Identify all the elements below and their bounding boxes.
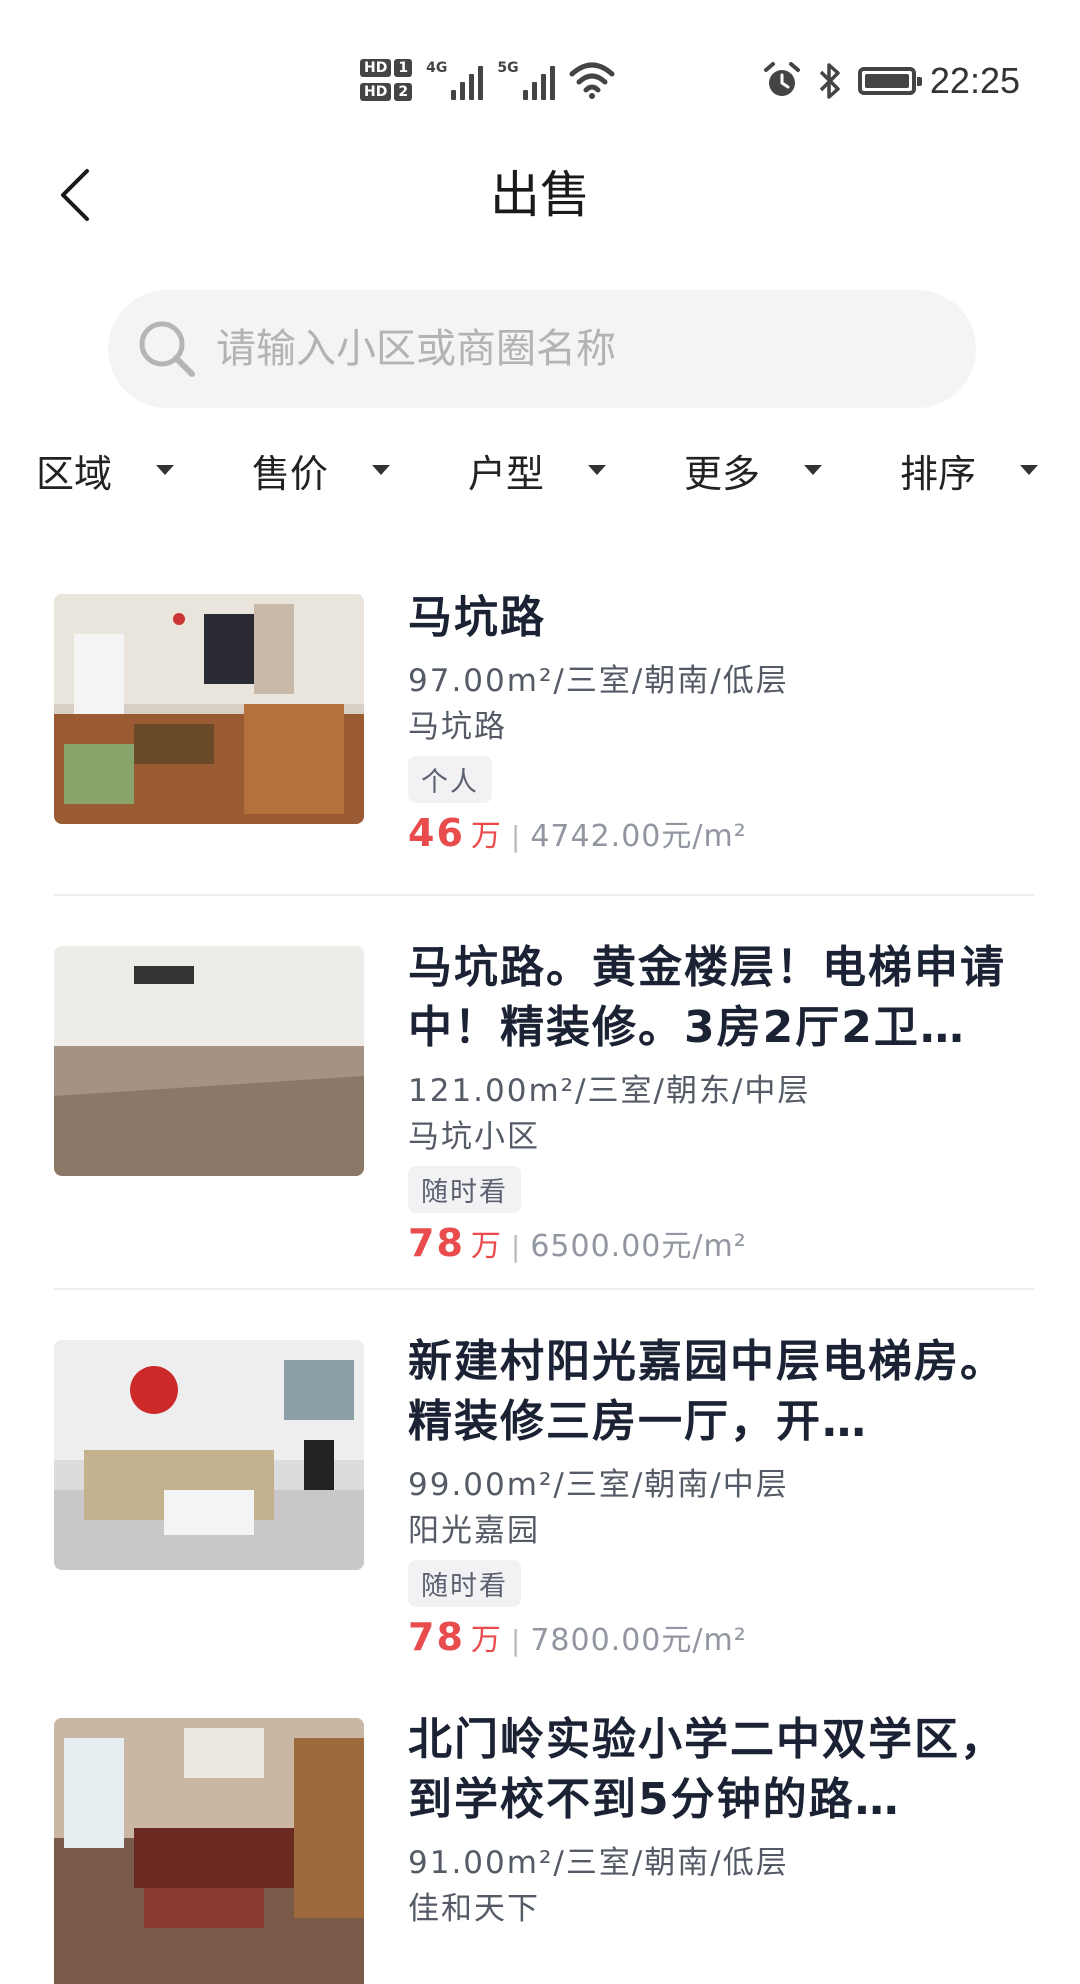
- listing-info: 马坑路。黄金楼层！电梯申请中！精装修。3房2厅2卫… 121.00m²/三室/朝…: [408, 938, 1034, 1265]
- hd1-label: HD: [360, 59, 392, 77]
- listing-price-row: 78 万 | 6500.00元/m²: [408, 1221, 1034, 1265]
- search-icon: [139, 321, 195, 377]
- filter-layout[interactable]: 户型: [432, 440, 648, 500]
- listing-community: 阳光嘉园: [408, 1513, 540, 1549]
- filter-region-label: 区域: [36, 451, 113, 496]
- listing-photo: [54, 1718, 364, 1984]
- listing-spec: 97.00m²/三室/朝南/低层: [408, 663, 789, 699]
- listing-item[interactable]: 新建村阳光嘉园中层电梯房。精装修三房一厅，开… 99.00m²/三室/朝南/中层…: [54, 1290, 1034, 1684]
- price-separator: |: [510, 1624, 521, 1657]
- listing-community: 马坑路: [408, 709, 507, 745]
- listing-price-unit: 万: [470, 1229, 501, 1264]
- listing-title: 马坑路: [408, 592, 546, 643]
- filter-layout-label: 户型: [468, 451, 545, 496]
- dropdown-arrow-icon: [804, 465, 823, 475]
- listing-community: 佳和天下: [408, 1891, 540, 1927]
- listing-price: 78: [408, 1615, 465, 1659]
- listing-item[interactable]: 北门岭实验小学二中双学区，到学校不到5分钟的路… 91.00m²/三室/朝南/低…: [54, 1684, 1034, 1984]
- listing-photo: [54, 1340, 364, 1570]
- signal-5g-icon: 5G: [497, 60, 555, 100]
- price-separator: |: [510, 820, 521, 853]
- listing-price-per-sqm: 6500.00元/m²: [530, 1229, 747, 1264]
- dropdown-arrow-icon: [1020, 465, 1039, 475]
- net-5g-label: 5G: [497, 60, 519, 76]
- dropdown-arrow-icon: [156, 465, 175, 475]
- bluetooth-icon: [819, 63, 840, 99]
- dropdown-arrow-icon: [588, 465, 607, 475]
- status-bar-left: HD 1 HD 2 4G 5G: [360, 48, 615, 112]
- listing-price-row: 78 万 | 7800.00元/m²: [408, 1615, 1034, 1659]
- listing-price-per-sqm: 7800.00元/m²: [530, 1623, 747, 1658]
- listing-photo: [54, 594, 364, 824]
- filter-more[interactable]: 更多: [648, 440, 864, 500]
- listing-spec: 121.00m²/三室/朝东/中层: [408, 1073, 811, 1109]
- status-time: 22:25: [929, 60, 1020, 101]
- filter-sort[interactable]: 排序: [864, 440, 1080, 500]
- battery-icon: [857, 67, 922, 95]
- hd1-indicator: HD 1: [360, 59, 413, 77]
- price-separator: |: [510, 1230, 521, 1263]
- listing-spec: 91.00m²/三室/朝南/低层: [408, 1845, 789, 1881]
- listing-title: 新建村阳光嘉园中层电梯房。精装修三房一厅，开…: [408, 1336, 1006, 1447]
- listing-item[interactable]: 马坑路。黄金楼层！电梯申请中！精装修。3房2厅2卫… 121.00m²/三室/朝…: [54, 896, 1034, 1290]
- dropdown-arrow-icon: [372, 465, 391, 475]
- hd2-indicator: HD 2: [360, 83, 413, 101]
- listing-tag: 随时看: [408, 1166, 521, 1213]
- alarm-icon: [763, 62, 800, 96]
- listing-price-per-sqm: 4742.00元/m²: [530, 819, 747, 854]
- wifi-icon: [569, 62, 615, 99]
- filter-region[interactable]: 区域: [0, 440, 216, 500]
- listing-info: 新建村阳光嘉园中层电梯房。精装修三房一厅，开… 99.00m²/三室/朝南/中层…: [408, 1332, 1034, 1659]
- status-bar-right: 22:25: [762, 58, 1020, 104]
- listing-tag: 随时看: [408, 1560, 521, 1607]
- listing-community: 马坑小区: [408, 1119, 540, 1155]
- listing-title: 马坑路。黄金楼层！电梯申请中！精装修。3房2厅2卫…: [408, 942, 1006, 1053]
- listing-tag: 个人: [408, 756, 492, 803]
- filter-bar: 区域 售价 户型 更多 排序: [0, 440, 1080, 500]
- listing-photo: [54, 946, 364, 1176]
- listing-info: 马坑路 97.00m²/三室/朝南/低层 马坑路 个人 46 万 | 4742.…: [408, 588, 1034, 855]
- filter-sort-label: 排序: [900, 451, 977, 496]
- search-bar[interactable]: [108, 290, 976, 408]
- listing-title: 北门岭实验小学二中双学区，到学校不到5分钟的路…: [408, 1714, 1006, 1825]
- net-4g-label: 4G: [426, 60, 448, 76]
- hd2-num: 2: [394, 83, 413, 101]
- filter-price-label: 售价: [252, 451, 329, 496]
- listing-price-unit: 万: [470, 819, 501, 854]
- listing-price-row: 46 万 | 4742.00元/m²: [408, 811, 1034, 855]
- listing-list: 马坑路 97.00m²/三室/朝南/低层 马坑路 个人 46 万 | 4742.…: [54, 574, 1034, 1984]
- status-bar: HD 1 HD 2 4G 5G 22:25: [0, 0, 1080, 110]
- hd2-label: HD: [360, 83, 392, 101]
- search-input[interactable]: [216, 326, 976, 372]
- nav-bar: 出售: [0, 140, 1080, 250]
- listing-info: 北门岭实验小学二中双学区，到学校不到5分钟的路… 91.00m²/三室/朝南/低…: [408, 1710, 1034, 1932]
- listing-spec: 99.00m²/三室/朝南/中层: [408, 1467, 789, 1503]
- signal-4g-icon: 4G: [426, 60, 484, 100]
- listing-price: 46: [408, 811, 465, 855]
- listing-item[interactable]: 马坑路 97.00m²/三室/朝南/低层 马坑路 个人 46 万 | 4742.…: [54, 574, 1034, 896]
- filter-more-label: 更多: [684, 451, 761, 496]
- listing-price-unit: 万: [470, 1623, 501, 1658]
- page-title: 出售: [490, 166, 590, 224]
- filter-price[interactable]: 售价: [216, 440, 432, 500]
- hd-indicators: HD 1 HD 2: [360, 59, 413, 101]
- listing-price: 78: [408, 1221, 465, 1265]
- hd1-num: 1: [394, 59, 413, 77]
